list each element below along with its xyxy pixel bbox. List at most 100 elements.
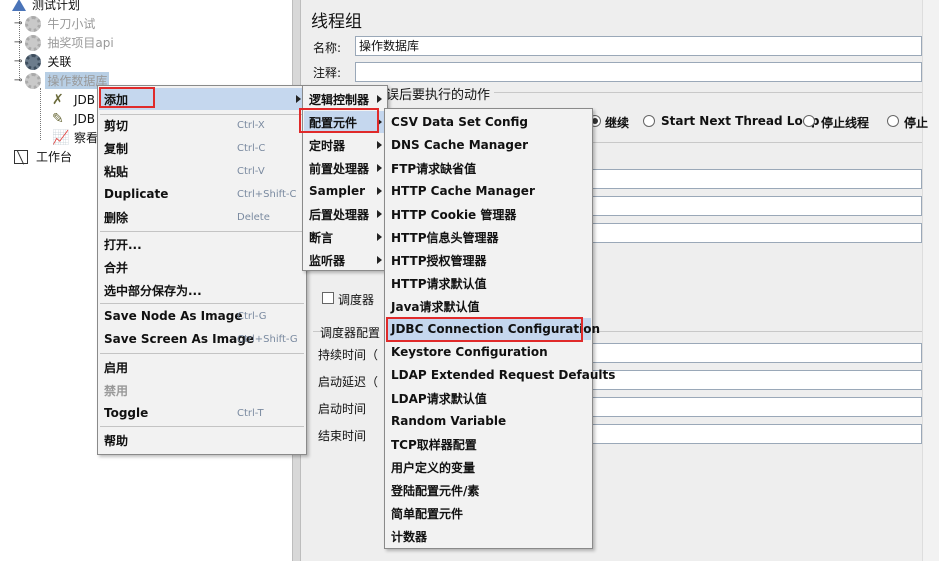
expand-handle-icon[interactable]: ⊸	[14, 56, 22, 67]
menu-item-save-node-image[interactable]: Save Node As Image Ctrl-G	[99, 305, 305, 327]
gear-icon	[25, 34, 42, 51]
menu-item-enable[interactable]: 启用	[99, 356, 305, 378]
test-plan-icon	[12, 0, 26, 11]
tree-node-thread-group[interactable]: ⊸ 抽奖项目api	[14, 33, 116, 52]
tree-node-jdbc[interactable]: ✎ JDB	[52, 109, 97, 128]
menu-item-label: HTTP请求默认值	[391, 276, 487, 291]
config-item-http-defaults[interactable]: HTTP请求默认值	[386, 272, 591, 294]
start-time-label: 启动时间	[318, 402, 367, 416]
thread-count-field[interactable]	[592, 169, 922, 189]
menu-item-label: Keystore Configuration	[391, 345, 548, 359]
comment-field[interactable]	[355, 62, 922, 82]
submenu-item-sampler[interactable]: Sampler	[304, 180, 386, 202]
jdbc-request-icon: ✗	[52, 91, 64, 108]
name-field[interactable]: 操作数据库	[355, 36, 922, 56]
config-item-http-header[interactable]: HTTP信息头管理器	[386, 226, 591, 248]
menu-item-delete[interactable]: 删除 Delete	[99, 206, 305, 228]
config-item-dns-cache[interactable]: DNS Cache Manager	[386, 134, 591, 156]
config-item-simple-config[interactable]: 简单配置元件	[386, 502, 591, 524]
menu-item-label: 合并	[104, 260, 129, 275]
config-item-random-variable[interactable]: Random Variable	[386, 410, 591, 432]
menu-item-duplicate[interactable]: Duplicate Ctrl+Shift-C	[99, 183, 305, 205]
menu-item-label: HTTP信息头管理器	[391, 230, 499, 245]
tree-node-thread-group-selected[interactable]: ⊸ 操作数据库	[14, 71, 110, 90]
config-item-csv[interactable]: CSV Data Set Config	[386, 111, 591, 133]
tree-node-jdbc[interactable]: ✗ JDB	[52, 90, 97, 109]
config-item-http-cookie[interactable]: HTTP Cookie 管理器	[386, 203, 591, 225]
submenu-item-config-element[interactable]: 配置元件	[304, 111, 386, 133]
error-action-group-title: 误后要执行的动作	[386, 84, 495, 103]
menu-item-add[interactable]: 添加	[99, 88, 305, 110]
config-item-jdbc-connection[interactable]: JDBC Connection Configuration	[386, 318, 600, 340]
tree-node-test-plan[interactable]: 测试计划	[12, 0, 82, 14]
gear-icon	[25, 72, 42, 89]
radio-stop-test[interactable]	[887, 115, 899, 127]
menu-item-label: 帮助	[104, 433, 129, 448]
menu-item-label: HTTP Cache Manager	[391, 184, 535, 198]
submenu-arrow-icon	[377, 187, 382, 195]
vertical-scrollbar[interactable]	[922, 0, 939, 561]
startup-delay-field[interactable]	[592, 370, 922, 390]
config-item-ftp-defaults[interactable]: FTP请求缺省值	[386, 157, 591, 179]
menu-item-copy[interactable]: 复制 Ctrl-C	[99, 137, 305, 159]
config-item-keystore[interactable]: Keystore Configuration	[386, 341, 591, 363]
menu-item-label: 粘贴	[104, 164, 129, 179]
menu-item-label: CSV Data Set Config	[391, 115, 528, 129]
scheduler-checkbox[interactable]	[322, 292, 334, 304]
menu-item-label: 删除	[104, 210, 129, 225]
menu-item-label: 用户定义的变量	[391, 460, 476, 475]
menu-item-help[interactable]: 帮助	[99, 429, 305, 451]
expand-handle-icon[interactable]: ⊸	[14, 37, 22, 48]
start-time-field[interactable]	[592, 397, 922, 417]
menu-item-toggle[interactable]: Toggle Ctrl-T	[99, 402, 305, 424]
menu-item-shortcut: Ctrl-T	[237, 407, 264, 419]
config-item-user-variables[interactable]: 用户定义的变量	[386, 456, 591, 478]
radio-start-next-loop[interactable]	[643, 115, 655, 127]
menu-item-paste[interactable]: 粘贴 Ctrl-V	[99, 160, 305, 182]
menu-item-label: Java请求默认值	[391, 299, 480, 314]
config-item-ldap-defaults[interactable]: LDAP请求默认值	[386, 387, 591, 409]
end-time-field[interactable]	[592, 424, 922, 444]
tree-node-thread-group[interactable]: ⊸ 牛刀小试	[14, 14, 97, 33]
submenu-item-assertion[interactable]: 断言	[304, 226, 386, 248]
config-item-counter[interactable]: 计数器	[386, 525, 591, 547]
tree-node-label: JDB	[74, 111, 96, 126]
listener-chart-icon: 📈	[52, 129, 70, 146]
duration-field[interactable]	[592, 343, 922, 363]
submenu-item-timer[interactable]: 定时器	[304, 134, 386, 156]
tree-node-label: 关联	[47, 55, 72, 69]
menu-item-label: 复制	[104, 141, 129, 156]
menu-item-label: JDBC Connection Configuration	[391, 322, 601, 336]
radio-stop-thread[interactable]	[803, 115, 815, 127]
submenu-item-logic-controller[interactable]: 逻辑控制器	[304, 88, 386, 110]
ramp-up-field[interactable]	[592, 196, 922, 216]
submenu-item-pre-processor[interactable]: 前置处理器	[304, 157, 386, 179]
expand-handle-icon[interactable]: ⊸	[14, 75, 22, 86]
tree-node-thread-group[interactable]: ⊸ 关联	[14, 52, 73, 71]
menu-item-save-screen-image[interactable]: Save Screen As Image Ctrl+Shift-G	[99, 328, 305, 350]
config-item-login-config[interactable]: 登陆配置元件/素	[386, 479, 591, 501]
config-item-tcp-sampler[interactable]: TCP取样器配置	[386, 433, 591, 455]
tree-guide-line	[40, 88, 41, 140]
submenu-item-listener[interactable]: 监听器	[304, 249, 386, 271]
expand-handle-icon[interactable]: ⊸	[14, 18, 22, 29]
menu-item-label: Sampler	[309, 184, 366, 198]
tree-node-label: 测试计划	[32, 0, 81, 12]
menu-item-label: DNS Cache Manager	[391, 138, 529, 152]
submenu-item-post-processor[interactable]: 后置处理器	[304, 203, 386, 225]
menu-item-cut[interactable]: 剪切 Ctrl-X	[99, 114, 305, 136]
menu-item-label: Save Screen As Image	[104, 332, 254, 346]
menu-item-save-selection[interactable]: 选中部分保存为...	[99, 279, 305, 301]
config-item-http-auth[interactable]: HTTP授权管理器	[386, 249, 591, 271]
menu-item-open[interactable]: 打开...	[99, 233, 305, 255]
config-item-ldap-extended[interactable]: LDAP Extended Request Defaults	[386, 364, 615, 386]
menu-item-label: HTTP授权管理器	[391, 253, 487, 268]
menu-item-shortcut: Ctrl-G	[237, 310, 267, 322]
comment-label: 注释:	[313, 66, 342, 80]
menu-item-merge[interactable]: 合并	[99, 256, 305, 278]
tree-node-workbench[interactable]: 工作台	[14, 147, 74, 166]
config-item-java-defaults[interactable]: Java请求默认值	[386, 295, 591, 317]
loop-count-field[interactable]	[592, 223, 922, 243]
tree-node-listener[interactable]: 📈 察看	[52, 128, 100, 147]
config-item-http-cache[interactable]: HTTP Cache Manager	[386, 180, 591, 202]
